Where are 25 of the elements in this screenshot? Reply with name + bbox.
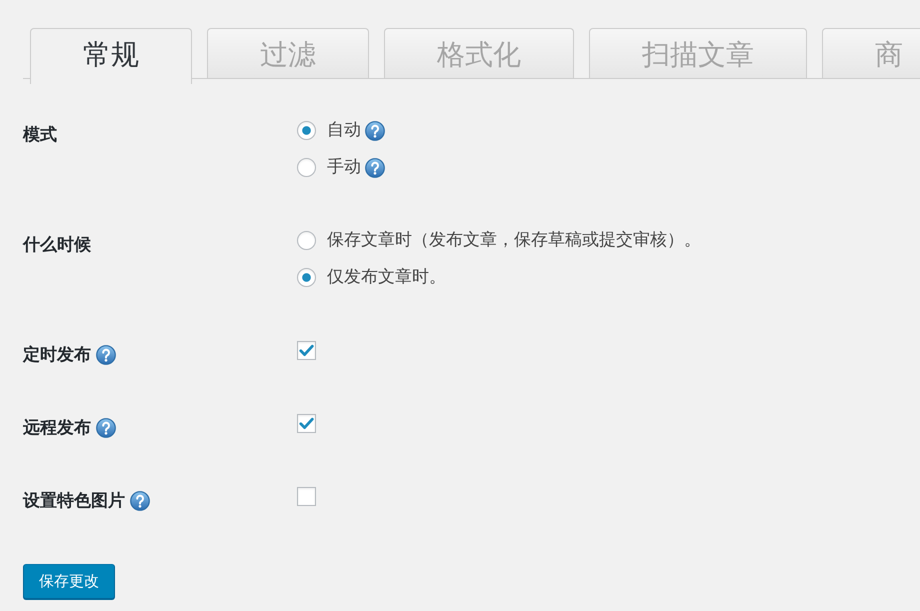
- option-label[interactable]: 保存文章时（发布文章，保存草稿或提交审核）。: [327, 232, 701, 249]
- setting-label: 定时发布: [23, 346, 91, 364]
- help-icon[interactable]: [96, 345, 116, 365]
- check-icon: [299, 344, 314, 357]
- checkbox[interactable]: [297, 341, 316, 360]
- checkbox[interactable]: [297, 487, 316, 506]
- tab[interactable]: 常规: [30, 28, 192, 84]
- save-button[interactable]: 保存更改: [23, 564, 115, 599]
- check-icon: [299, 417, 314, 430]
- radio-button[interactable]: [297, 268, 316, 287]
- radio-button[interactable]: [297, 158, 316, 177]
- setting-label: 远程发布: [23, 420, 91, 436]
- help-icon[interactable]: [130, 491, 150, 511]
- radio-button[interactable]: [297, 231, 316, 250]
- help-icon[interactable]: [96, 418, 116, 438]
- option-label[interactable]: 自动: [327, 122, 361, 139]
- option-label[interactable]: 手动: [327, 159, 361, 176]
- setting-label: 模式: [23, 126, 57, 144]
- checkbox[interactable]: [297, 414, 316, 433]
- help-icon[interactable]: [365, 120, 385, 140]
- radio-button[interactable]: [297, 121, 316, 140]
- setting-label: 设置特色图片: [23, 492, 125, 510]
- help-icon[interactable]: [365, 158, 385, 178]
- setting-label: 什么时候: [23, 236, 91, 254]
- option-label[interactable]: 仅发布文章时。: [327, 269, 446, 286]
